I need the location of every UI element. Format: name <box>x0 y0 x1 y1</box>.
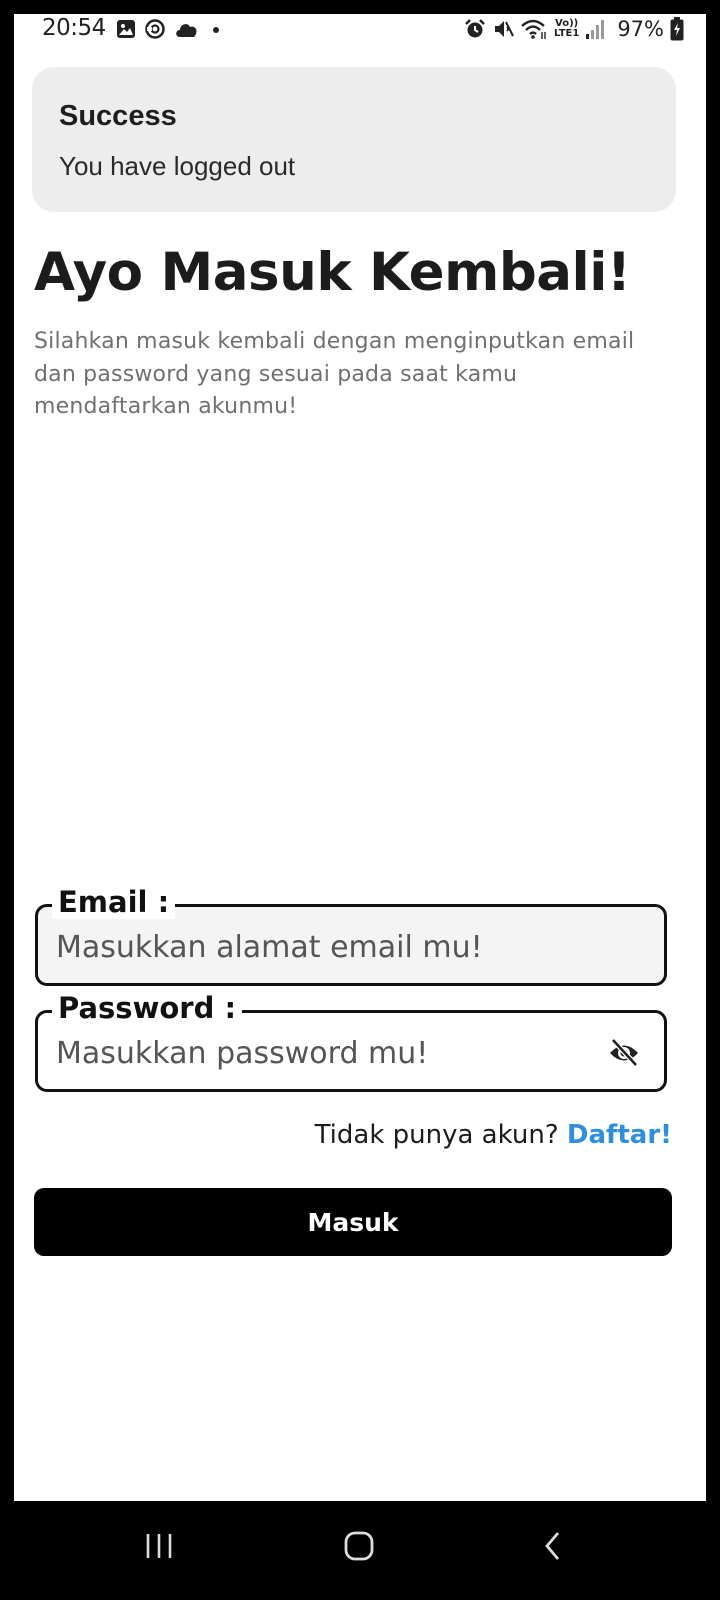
cloud-icon <box>176 24 197 37</box>
signal-icon <box>586 20 605 39</box>
toast-message: You have logged out <box>59 151 296 181</box>
recents-icon[interactable] <box>130 1521 190 1571</box>
register-link[interactable]: Daftar! <box>567 1120 672 1150</box>
alarm-icon <box>465 19 485 38</box>
network-type: Vo)) LTE1 <box>554 19 579 39</box>
status-left-icons <box>116 16 224 42</box>
no-account-text: Tidak punya akun? <box>314 1120 559 1150</box>
eye-off-icon[interactable] <box>608 1038 640 1068</box>
password-label: Password : <box>52 991 243 1025</box>
email-label: Email : <box>52 885 176 919</box>
login-button[interactable]: Masuk <box>34 1188 672 1256</box>
email-field: Email : <box>35 885 667 986</box>
sync-icon <box>145 19 165 39</box>
system-nav-bar <box>0 1501 720 1600</box>
home-icon[interactable] <box>330 1521 390 1571</box>
dot-icon <box>213 27 219 33</box>
lte-label: LTE1 <box>553 28 580 39</box>
password-field: Password : <box>35 991 667 1092</box>
status-right-icons: Vo)) LTE1 97% <box>464 16 684 42</box>
battery-percent: 97% <box>617 17 664 41</box>
email-input[interactable] <box>56 927 596 967</box>
password-input[interactable] <box>56 1033 596 1073</box>
back-icon[interactable] <box>533 1521 593 1571</box>
mute-icon <box>494 21 514 37</box>
page-subtitle: Silahkan masuk kembali dengan menginputk… <box>34 329 635 419</box>
status-time: 20:54 <box>42 15 106 41</box>
success-toast: Success You have logged out <box>32 67 676 212</box>
page-title: Ayo Masuk Kembali! <box>34 242 631 303</box>
app-screen: 20:54 Vo)) LTE1 97% Success You have log… <box>14 14 706 1501</box>
status-bar: 20:54 Vo)) LTE1 97% <box>14 14 706 44</box>
battery-charging-icon <box>670 17 684 41</box>
register-row: Tidak punya akun? Daftar! <box>315 1120 672 1150</box>
wifi-icon <box>521 19 546 39</box>
toast-title: Success <box>59 100 177 132</box>
gallery-icon <box>117 20 135 38</box>
